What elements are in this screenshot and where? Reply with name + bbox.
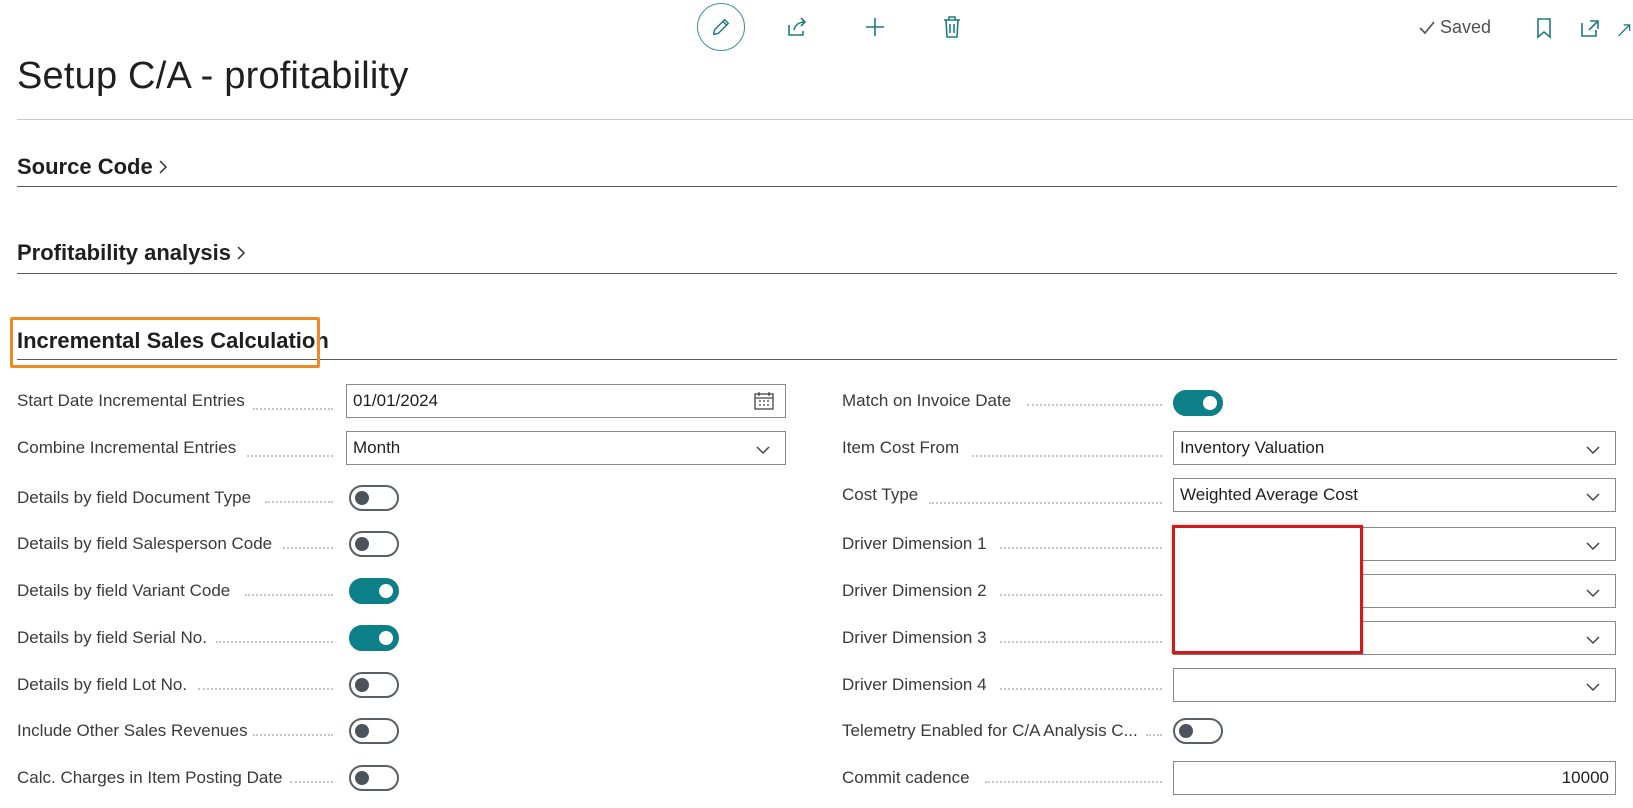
field-label: Start Date Incremental Entries bbox=[17, 391, 245, 410]
leader-dots bbox=[929, 501, 1162, 504]
saved-label: Saved bbox=[1440, 17, 1492, 37]
combine-incremental-value: Month bbox=[353, 438, 401, 457]
chevron-down-icon bbox=[1585, 678, 1601, 698]
bookmark-icon bbox=[1537, 18, 1551, 39]
leader-dots bbox=[1000, 593, 1162, 596]
leader-dots bbox=[972, 454, 1162, 457]
telemetry-enabled-toggle[interactable] bbox=[1173, 718, 1223, 744]
field-label: Telemetry Enabled for C/A Analysis C... bbox=[842, 721, 1138, 740]
commit-cadence-value: 10000 bbox=[1561, 768, 1609, 787]
share-button[interactable] bbox=[782, 12, 812, 42]
plus-icon bbox=[866, 18, 884, 36]
leader-dots bbox=[1000, 687, 1162, 690]
open-new-window-icon bbox=[1581, 20, 1599, 37]
start-date-value: 01/01/2024 bbox=[353, 391, 439, 410]
field-label: Combine Incremental Entries bbox=[17, 438, 237, 457]
calendar-icon[interactable] bbox=[753, 391, 775, 416]
title-divider bbox=[17, 119, 1633, 120]
details-serial-no-toggle[interactable] bbox=[349, 625, 399, 651]
expand-icon bbox=[1618, 24, 1631, 37]
leader-dots bbox=[283, 546, 333, 549]
checkmark-icon bbox=[1419, 20, 1435, 34]
delete-button[interactable] bbox=[937, 12, 967, 42]
combine-incremental-select[interactable]: Month bbox=[346, 431, 786, 465]
orange-highlight-annotation bbox=[10, 317, 320, 368]
start-date-input[interactable]: 01/01/2024 bbox=[346, 384, 786, 418]
chevron-down-icon bbox=[1585, 631, 1601, 651]
open-new-window-button[interactable] bbox=[1576, 14, 1604, 42]
leader-dots bbox=[1146, 733, 1162, 736]
leader-dots bbox=[290, 780, 333, 783]
leader-dots bbox=[985, 780, 1162, 783]
leader-dots bbox=[1027, 403, 1162, 406]
field-label: Driver Dimension 2 bbox=[842, 581, 987, 600]
chevron-down-icon bbox=[755, 441, 771, 461]
section-profitability-analysis-label: Profitability analysis bbox=[17, 240, 231, 265]
leader-dots bbox=[265, 500, 333, 503]
field-label: Item Cost From bbox=[842, 438, 960, 457]
field-label: Details by field Lot No. bbox=[17, 675, 188, 694]
field-label: Details by field Variant Code bbox=[17, 581, 231, 600]
details-salesperson-code-toggle[interactable] bbox=[349, 531, 399, 557]
leader-dots bbox=[253, 733, 333, 736]
leader-dots bbox=[253, 407, 333, 410]
section-profitability-analysis[interactable]: Profitability analysis bbox=[17, 240, 247, 266]
chevron-down-icon bbox=[1585, 441, 1601, 461]
field-label: Driver Dimension 4 bbox=[842, 675, 987, 694]
commit-cadence-input[interactable]: 10000 bbox=[1173, 761, 1616, 795]
field-label: Details by field Serial No. bbox=[17, 628, 207, 647]
chevron-right-icon bbox=[157, 157, 169, 177]
leader-dots bbox=[216, 640, 333, 643]
field-label: Details by field Salesperson Code bbox=[17, 534, 273, 553]
leader-dots bbox=[247, 454, 333, 457]
edit-button[interactable] bbox=[697, 3, 745, 51]
leader-dots bbox=[1000, 546, 1162, 549]
match-on-invoice-date-toggle[interactable] bbox=[1173, 390, 1223, 416]
page-title: Setup C/A - profitability bbox=[17, 55, 409, 97]
field-label: Details by field Document Type bbox=[17, 488, 252, 507]
cost-type-value: Weighted Average Cost bbox=[1180, 485, 1358, 504]
details-variant-code-toggle[interactable] bbox=[349, 578, 399, 604]
saved-status: Saved bbox=[1418, 17, 1491, 38]
pencil-icon bbox=[712, 18, 730, 36]
calc-charges-item-posting-toggle[interactable] bbox=[349, 765, 399, 791]
driver-dimension-4-select[interactable] bbox=[1173, 668, 1616, 702]
field-label: Driver Dimension 3 bbox=[842, 628, 987, 647]
chevron-down-icon bbox=[1585, 488, 1601, 508]
section-source-code-label: Source Code bbox=[17, 154, 153, 179]
field-label: Driver Dimension 1 bbox=[842, 534, 987, 553]
leader-dots bbox=[198, 687, 333, 690]
details-document-type-toggle[interactable] bbox=[349, 485, 399, 511]
leader-dots bbox=[245, 593, 333, 596]
field-label: Commit cadence bbox=[842, 768, 970, 787]
chevron-right-icon bbox=[235, 243, 247, 263]
section-divider bbox=[17, 186, 1617, 187]
new-button[interactable] bbox=[860, 12, 890, 42]
bookmark-button[interactable] bbox=[1530, 14, 1558, 42]
expand-button[interactable] bbox=[1616, 18, 1633, 42]
field-label: Calc. Charges in Item Posting Date bbox=[17, 768, 283, 787]
include-other-sales-revenues-toggle[interactable] bbox=[349, 718, 399, 744]
field-label: Match on Invoice Date bbox=[842, 391, 1012, 410]
details-lot-no-toggle[interactable] bbox=[349, 672, 399, 698]
item-cost-from-select[interactable]: Inventory Valuation bbox=[1173, 431, 1616, 465]
item-cost-from-value: Inventory Valuation bbox=[1180, 438, 1325, 457]
section-divider bbox=[17, 273, 1617, 274]
leader-dots bbox=[1000, 640, 1162, 643]
chevron-down-icon bbox=[1585, 537, 1601, 557]
field-label: Include Other Sales Revenues bbox=[17, 721, 248, 740]
field-label: Cost Type bbox=[842, 485, 919, 504]
section-source-code[interactable]: Source Code bbox=[17, 154, 169, 180]
trash-icon bbox=[944, 16, 960, 38]
cost-type-select[interactable]: Weighted Average Cost bbox=[1173, 478, 1616, 512]
red-highlight-annotation bbox=[1172, 525, 1363, 654]
chevron-down-icon bbox=[1585, 584, 1601, 604]
share-icon bbox=[788, 17, 807, 36]
